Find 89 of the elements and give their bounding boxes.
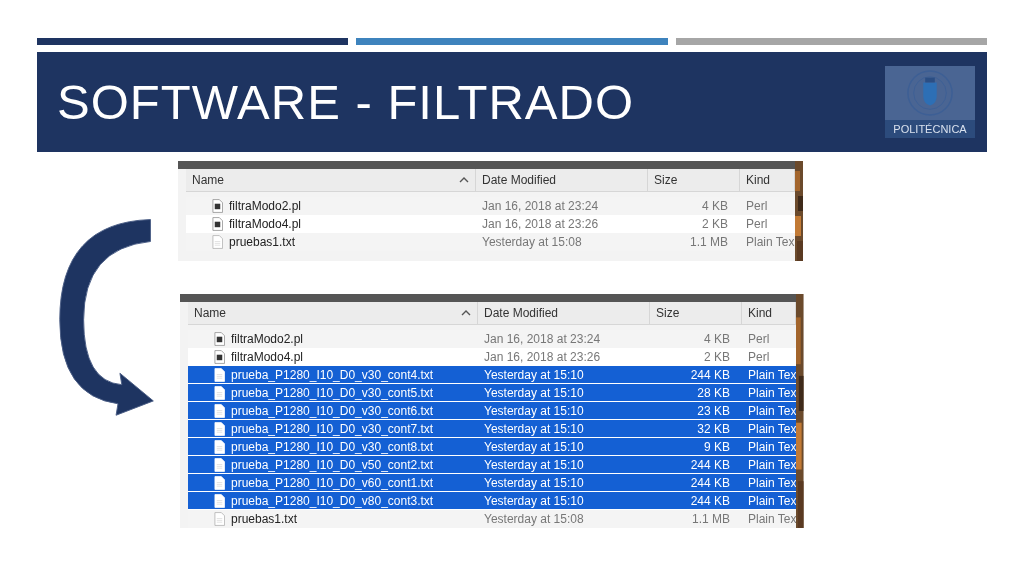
script-file-icon	[214, 350, 225, 364]
file-size: 2 KB	[704, 350, 730, 364]
column-header[interactable]: Size	[648, 169, 740, 191]
date-modified: Jan 16, 2018 at 23:24	[484, 332, 601, 346]
document-icon	[214, 385, 225, 400]
file-size: 32 KB	[697, 421, 730, 436]
date-modified: Jan 16, 2018 at 23:26	[482, 217, 599, 231]
file-kind: Plain Tex	[748, 403, 797, 418]
file-size: 2 KB	[702, 217, 728, 231]
file-size: 1.1 MB	[690, 235, 728, 249]
script-file-icon	[212, 199, 223, 213]
file-name: prueba_P1280_I10_D0_v30_cont4.txt	[231, 367, 434, 382]
file-kind: Plain Tex	[748, 367, 797, 382]
file-name: prueba_P1280_I10_D0_v80_cont3.txt	[231, 493, 434, 508]
date-modified: Yesterday at 15:10	[484, 475, 584, 490]
column-header[interactable]: Date Modified	[478, 302, 650, 324]
sort-caret-icon	[459, 177, 469, 183]
date-modified: Yesterday at 15:10	[484, 439, 584, 454]
file-kind: Plain Tex	[748, 385, 797, 400]
document-icon	[214, 493, 225, 508]
date-modified: Jan 16, 2018 at 23:26	[484, 350, 601, 364]
file-kind: Plain Tex	[748, 421, 797, 436]
file-kind: Plain Tex	[748, 475, 797, 490]
file-name: pruebas1.txt	[229, 235, 296, 249]
file-row[interactable]: prueba_P1280_I10_D0_v30_cont6.txt Yesterday at 15:10 23 KB Plain Tex	[188, 402, 797, 420]
date-modified: Yesterday at 15:08	[482, 235, 582, 249]
file-kind: Perl	[746, 217, 768, 231]
file-size: 28 KB	[697, 385, 730, 400]
sort-caret-icon	[461, 310, 471, 316]
file-size: 244 KB	[690, 457, 730, 472]
date-modified: Yesterday at 15:10	[484, 367, 584, 382]
date-modified: Yesterday at 15:10	[484, 493, 584, 508]
file-kind: Plain Tex	[746, 235, 795, 249]
logo-text: POLITÉCNICA	[885, 120, 975, 138]
file-name: pruebas1.txt	[231, 512, 298, 526]
date-modified: Yesterday at 15:10	[484, 385, 584, 400]
slide-title: SOFTWARE - FILTRADO	[57, 74, 635, 130]
file-name: filtraModo2.pl	[231, 332, 304, 346]
date-modified: Yesterday at 15:08	[484, 512, 584, 526]
file-size: 244 KB	[690, 475, 730, 490]
file-size: 9 KB	[704, 439, 730, 454]
file-size: 244 KB	[690, 493, 730, 508]
column-header[interactable]: Name	[186, 169, 476, 191]
file-row[interactable]: prueba_P1280_I10_D0_v30_cont4.txt Yesterday at 15:10 244 KB Plain Tex	[188, 366, 797, 384]
file-size: 4 KB	[704, 332, 730, 346]
document-icon	[214, 439, 225, 454]
date-modified: Yesterday at 15:10	[484, 457, 584, 472]
file-row[interactable]: prueba_P1280_I10_D0_v60_cont1.txt Yesterday at 15:10 244 KB Plain Tex	[188, 474, 797, 492]
date-modified: Yesterday at 15:10	[484, 403, 584, 418]
file-name: prueba_P1280_I10_D0_v30_cont5.txt	[231, 385, 434, 400]
document-icon	[214, 367, 225, 382]
file-name: filtraModo4.pl	[231, 350, 304, 364]
file-size: 4 KB	[702, 199, 728, 213]
date-modified: Jan 16, 2018 at 23:24	[482, 199, 599, 213]
document-icon	[214, 457, 225, 472]
file-kind: Perl	[746, 199, 768, 213]
document-icon	[214, 421, 225, 436]
column-header[interactable]: Size	[650, 302, 742, 324]
file-row[interactable]: prueba_P1280_I10_D0_v50_cont2.txt Yesterday at 15:10 244 KB Plain Tex	[188, 456, 797, 474]
file-size: 23 KB	[697, 403, 730, 418]
file-kind: Plain Tex	[748, 493, 797, 508]
script-file-icon	[214, 332, 225, 346]
document-icon	[214, 512, 225, 526]
file-row[interactable]: prueba_P1280_I10_D0_v30_cont8.txt Yesterday at 15:10 9 KB Plain Tex	[188, 438, 797, 456]
column-header[interactable]: Name	[188, 302, 478, 324]
file-row[interactable]: filtraModo4.pl Jan 16, 2018 at 23:26 2 KB Perl	[186, 215, 795, 233]
file-name: filtraModo4.pl	[229, 217, 302, 231]
script-file-icon	[212, 217, 223, 231]
file-name: prueba_P1280_I10_D0_v30_cont7.txt	[231, 421, 434, 436]
file-row[interactable]: prueba_P1280_I10_D0_v30_cont7.txt Yesterday at 15:10 32 KB Plain Tex	[188, 420, 797, 438]
file-kind: Plain Tex	[748, 512, 797, 526]
file-size: 244 KB	[690, 367, 730, 382]
file-name: prueba_P1280_I10_D0_v30_cont6.txt	[231, 403, 434, 418]
file-kind: Plain Tex	[748, 439, 797, 454]
file-kind: Perl	[748, 332, 770, 346]
file-name: filtraModo2.pl	[229, 199, 302, 213]
file-kind: Plain Tex	[748, 457, 797, 472]
document-icon	[212, 235, 223, 249]
file-row[interactable]: prueba_P1280_I10_D0_v80_cont3.txt Yesterday at 15:10 244 KB Plain Tex	[188, 492, 797, 510]
file-name: prueba_P1280_I10_D0_v30_cont8.txt	[231, 439, 434, 454]
document-icon	[214, 475, 225, 490]
file-size: 1.1 MB	[692, 512, 730, 526]
file-row[interactable]: prueba_P1280_I10_D0_v30_cont5.txt Yesterday at 15:10 28 KB Plain Tex	[188, 384, 797, 402]
document-icon	[214, 403, 225, 418]
column-header[interactable]: Date Modified	[476, 169, 648, 191]
file-name: prueba_P1280_I10_D0_v50_cont2.txt	[231, 457, 434, 472]
file-name: prueba_P1280_I10_D0_v60_cont1.txt	[231, 475, 434, 490]
file-kind: Perl	[748, 350, 770, 364]
date-modified: Yesterday at 15:10	[484, 421, 584, 436]
